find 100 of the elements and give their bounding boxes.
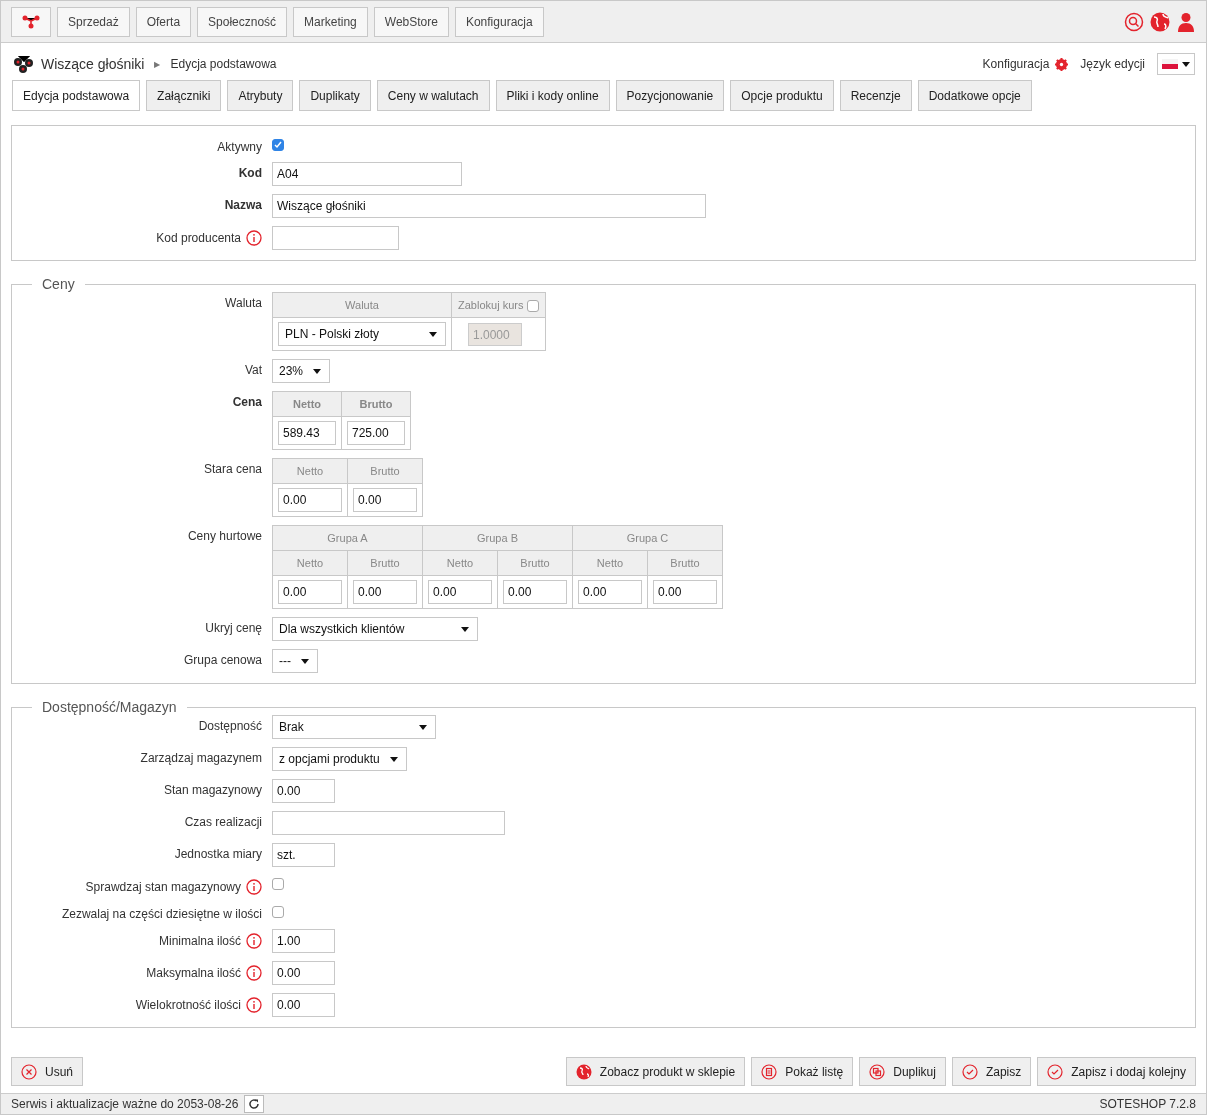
copy-icon: [869, 1063, 886, 1080]
tab[interactable]: Recenzje: [839, 80, 912, 111]
document-icon: [761, 1063, 778, 1080]
nav-button[interactable]: Sprzedaż: [57, 6, 130, 37]
text-field[interactable]: 0.00: [272, 779, 335, 803]
tab[interactable]: Ceny w walutach: [376, 80, 490, 111]
caret-icon: [389, 756, 398, 762]
caret-icon: [419, 724, 427, 730]
version-text: SOTESHOP 7.2.8: [1099, 1097, 1196, 1111]
refresh-icon: [248, 1098, 261, 1110]
action-button[interactable]: Usuń: [11, 1057, 83, 1086]
price-field[interactable]: 0.00: [578, 580, 642, 604]
text-field[interactable]: [272, 811, 505, 835]
language-label: Język edycji: [1080, 57, 1145, 71]
price-field[interactable]: 0.00: [428, 580, 492, 604]
caret-icon: [301, 658, 309, 664]
field-label: Dostępność: [198, 719, 262, 733]
action-button[interactable]: Zapisz i dodaj kolejny: [1037, 1057, 1196, 1086]
caret-icon: [313, 368, 322, 374]
field-label: Grupa cenowa: [183, 653, 262, 667]
field-label: Ukryj cenę: [205, 621, 262, 635]
refresh-button[interactable]: [244, 1095, 265, 1113]
tab[interactable]: Pozycjonowanie: [615, 80, 725, 111]
field-label: Ceny hurtowe: [187, 529, 262, 543]
action-button[interactable]: Duplikuj: [859, 1057, 946, 1086]
nav-button[interactable]: WebStore: [373, 6, 449, 37]
field-label: Stara cena: [203, 462, 262, 476]
check-icon: [961, 1063, 978, 1080]
checkbox[interactable]: [272, 139, 284, 151]
column-header: Brutto: [347, 458, 423, 484]
field-label: Kod producenta: [156, 231, 241, 245]
nav-button[interactable]: Marketing: [293, 6, 368, 37]
section-title: Dostępność/Magazyn: [41, 699, 178, 715]
price-field[interactable]: 589.43: [278, 421, 336, 445]
tab[interactable]: Dodatkowe opcje: [917, 80, 1032, 111]
price-field[interactable]: 0.00: [353, 580, 417, 604]
text-field[interactable]: 0.00: [272, 993, 335, 1017]
flag-icon: [1162, 59, 1178, 69]
field-label: Vat: [244, 363, 262, 377]
action-button[interactable]: Pokaż listę: [751, 1057, 854, 1086]
action-button[interactable]: Zapisz: [951, 1057, 1032, 1086]
text-field[interactable]: Wiszące głośniki: [272, 194, 706, 218]
language-dropdown[interactable]: [1157, 53, 1195, 75]
lock-rate-checkbox[interactable]: [527, 299, 540, 312]
price-field[interactable]: 0.00: [278, 488, 342, 512]
price-field[interactable]: 0.00: [353, 488, 417, 512]
field-label: Kod: [238, 166, 262, 180]
check-icon: [1047, 1063, 1064, 1080]
price-field[interactable]: 0.00: [653, 580, 717, 604]
nav-button[interactable]: Oferta: [135, 6, 192, 37]
caret-icon: [461, 626, 469, 632]
price-field[interactable]: 0.00: [278, 580, 342, 604]
currency-dropdown[interactable]: PLN - Polski złoty: [278, 322, 446, 346]
dropdown[interactable]: 23%: [272, 359, 331, 383]
column-header: Netto: [272, 391, 342, 417]
dropdown[interactable]: z opcjami produktu: [272, 747, 407, 771]
dropdown[interactable]: Brak: [272, 715, 436, 739]
text-field[interactable]: A04: [272, 162, 462, 186]
globe-icon[interactable]: [1150, 11, 1170, 32]
field-label: Cena: [232, 395, 262, 409]
price-field[interactable]: 0.00: [503, 580, 567, 604]
tab[interactable]: Opcje produktu: [730, 80, 834, 111]
price-field[interactable]: 725.00: [347, 421, 405, 445]
column-header: Waluta: [272, 292, 452, 318]
checkbox[interactable]: [272, 906, 284, 918]
caret-icon: [429, 331, 437, 337]
tab[interactable]: Edycja podstawowa: [12, 80, 141, 111]
text-field[interactable]: szt.: [272, 843, 335, 867]
column-header: Brutto: [341, 391, 411, 417]
text-field[interactable]: [272, 226, 399, 250]
dropdown[interactable]: Dla wszystkich klientów: [272, 617, 478, 641]
logo-button[interactable]: [11, 6, 51, 37]
breadcrumb-arrow-icon: ▶: [154, 59, 161, 69]
tab[interactable]: Załączniki: [146, 80, 222, 111]
status-text: Serwis i aktualizacje ważne do 2053-08-26: [11, 1097, 239, 1111]
user-icon[interactable]: [1176, 11, 1196, 32]
configuration-link[interactable]: Konfiguracja: [982, 57, 1050, 71]
group-header: Grupa C: [572, 525, 723, 551]
text-field[interactable]: 1.00: [272, 929, 335, 953]
tab[interactable]: Duplikaty: [299, 80, 371, 111]
tab[interactable]: Pliki i kody online: [495, 80, 610, 111]
dropdown[interactable]: ---: [272, 649, 318, 673]
field-label: Maksymalna ilość: [146, 966, 241, 980]
speakers-icon: [13, 54, 35, 74]
action-button[interactable]: Zobacz produkt w sklepie: [565, 1057, 746, 1086]
settings-icon[interactable]: [1055, 57, 1069, 71]
field-label: Jednostka miary: [174, 847, 262, 861]
field-label: Aktywny: [217, 140, 262, 154]
globe-icon: [575, 1063, 592, 1080]
search-icon[interactable]: [1124, 11, 1144, 32]
nav-button[interactable]: Społeczność: [197, 6, 288, 37]
checkbox[interactable]: [272, 878, 284, 890]
section-title: Ceny: [41, 276, 76, 292]
tab[interactable]: Atrybuty: [227, 80, 294, 111]
caret-icon: [1182, 61, 1190, 67]
nav-button[interactable]: Konfiguracja: [454, 6, 544, 37]
text-field[interactable]: 0.00: [272, 961, 335, 985]
field-label: Nazwa: [224, 198, 262, 212]
rate-field: 1.0000: [468, 322, 522, 346]
field-label: Zarządzaj magazynem: [140, 751, 262, 765]
